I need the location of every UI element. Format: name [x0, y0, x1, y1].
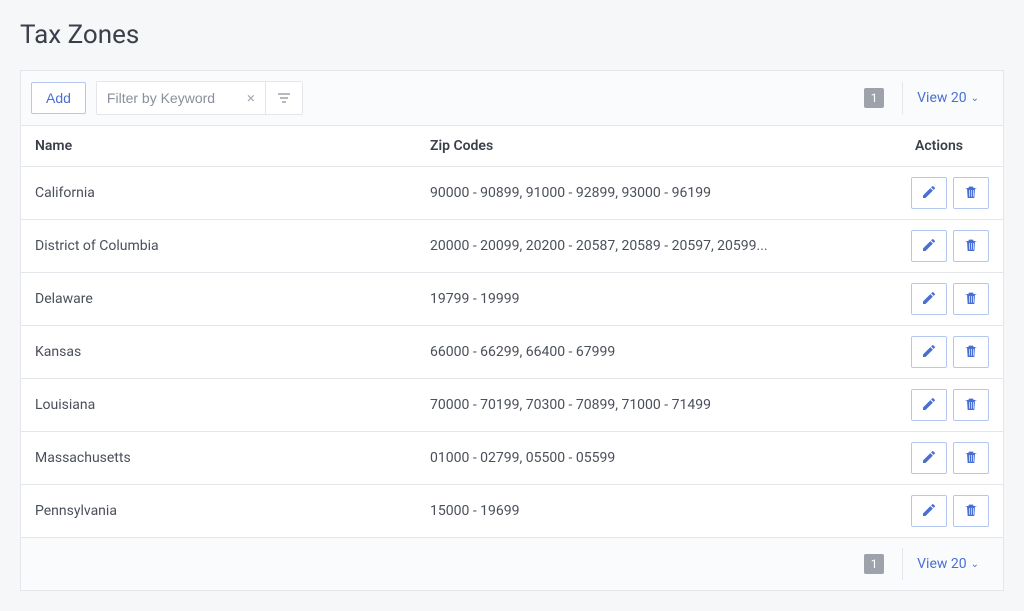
- delete-button[interactable]: [953, 177, 989, 209]
- delete-button[interactable]: [953, 336, 989, 368]
- trash-icon: [963, 343, 979, 362]
- trash-icon: [963, 396, 979, 415]
- cell-name: District of Columbia: [35, 238, 430, 254]
- edit-button[interactable]: [911, 442, 947, 474]
- pencil-icon: [921, 290, 937, 309]
- page-title: Tax Zones: [20, 20, 1004, 50]
- pencil-icon: [921, 502, 937, 521]
- page-badge-footer[interactable]: 1: [864, 554, 884, 574]
- cell-name: California: [35, 185, 430, 201]
- cell-name: Massachusetts: [35, 450, 430, 466]
- filter-icon[interactable]: [265, 82, 302, 114]
- table-header: Name Zip Codes Actions: [21, 126, 1003, 167]
- header-zip: Zip Codes: [430, 138, 889, 154]
- edit-button[interactable]: [911, 389, 947, 421]
- header-actions: Actions: [889, 138, 989, 154]
- table-body: California90000 - 90899, 91000 - 92899, …: [21, 167, 1003, 537]
- trash-icon: [963, 502, 979, 521]
- chevron-down-icon: ⌄: [971, 93, 979, 104]
- view-selector-label: View 20: [917, 556, 966, 572]
- trash-icon: [963, 449, 979, 468]
- pencil-icon: [921, 184, 937, 203]
- trash-icon: [963, 290, 979, 309]
- cell-actions: [889, 336, 989, 368]
- cell-zip: 01000 - 02799, 05500 - 05599: [430, 450, 889, 466]
- main-panel: Add × 1 View 20 ⌄ Name Zip Codes Actions: [20, 70, 1004, 591]
- delete-button[interactable]: [953, 389, 989, 421]
- cell-zip: 15000 - 19699: [430, 503, 889, 519]
- table-row: Kansas66000 - 66299, 66400 - 67999: [21, 326, 1003, 379]
- cell-name: Delaware: [35, 291, 430, 307]
- page-badge[interactable]: 1: [864, 88, 884, 108]
- table-row: Massachusetts01000 - 02799, 05500 - 0559…: [21, 432, 1003, 485]
- delete-button[interactable]: [953, 283, 989, 315]
- close-icon[interactable]: ×: [237, 89, 265, 107]
- cell-zip: 20000 - 20099, 20200 - 20587, 20589 - 20…: [430, 238, 889, 254]
- cell-zip: 66000 - 66299, 66400 - 67999: [430, 344, 889, 360]
- cell-actions: [889, 230, 989, 262]
- delete-button[interactable]: [953, 230, 989, 262]
- filter-input[interactable]: [97, 82, 237, 114]
- table-row: Delaware19799 - 19999: [21, 273, 1003, 326]
- cell-name: Kansas: [35, 344, 430, 360]
- view-selector[interactable]: View 20 ⌄: [902, 82, 993, 114]
- edit-button[interactable]: [911, 177, 947, 209]
- edit-button[interactable]: [911, 283, 947, 315]
- pencil-icon: [921, 343, 937, 362]
- chevron-down-icon: ⌄: [971, 559, 979, 570]
- pencil-icon: [921, 396, 937, 415]
- cell-actions: [889, 495, 989, 527]
- trash-icon: [963, 184, 979, 203]
- toolbar: Add × 1 View 20 ⌄: [21, 71, 1003, 126]
- cell-actions: [889, 177, 989, 209]
- header-name: Name: [35, 138, 430, 154]
- edit-button[interactable]: [911, 230, 947, 262]
- table-row: California90000 - 90899, 91000 - 92899, …: [21, 167, 1003, 220]
- cell-zip: 19799 - 19999: [430, 291, 889, 307]
- delete-button[interactable]: [953, 442, 989, 474]
- table-row: Pennsylvania15000 - 19699: [21, 485, 1003, 537]
- pencil-icon: [921, 449, 937, 468]
- cell-actions: [889, 389, 989, 421]
- cell-name: Pennsylvania: [35, 503, 430, 519]
- delete-button[interactable]: [953, 495, 989, 527]
- filter-group: ×: [96, 81, 303, 115]
- table-row: Louisiana70000 - 70199, 70300 - 70899, 7…: [21, 379, 1003, 432]
- edit-button[interactable]: [911, 495, 947, 527]
- table-footer: 1 View 20 ⌄: [21, 537, 1003, 590]
- add-button[interactable]: Add: [31, 82, 86, 114]
- toolbar-right: 1 View 20 ⌄: [864, 82, 993, 114]
- cell-actions: [889, 442, 989, 474]
- edit-button[interactable]: [911, 336, 947, 368]
- cell-zip: 70000 - 70199, 70300 - 70899, 71000 - 71…: [430, 397, 889, 413]
- table-row: District of Columbia20000 - 20099, 20200…: [21, 220, 1003, 273]
- pencil-icon: [921, 237, 937, 256]
- trash-icon: [963, 237, 979, 256]
- cell-name: Louisiana: [35, 397, 430, 413]
- view-selector-label: View 20: [917, 90, 966, 106]
- cell-actions: [889, 283, 989, 315]
- cell-zip: 90000 - 90899, 91000 - 92899, 93000 - 96…: [430, 185, 889, 201]
- view-selector-footer[interactable]: View 20 ⌄: [902, 548, 993, 580]
